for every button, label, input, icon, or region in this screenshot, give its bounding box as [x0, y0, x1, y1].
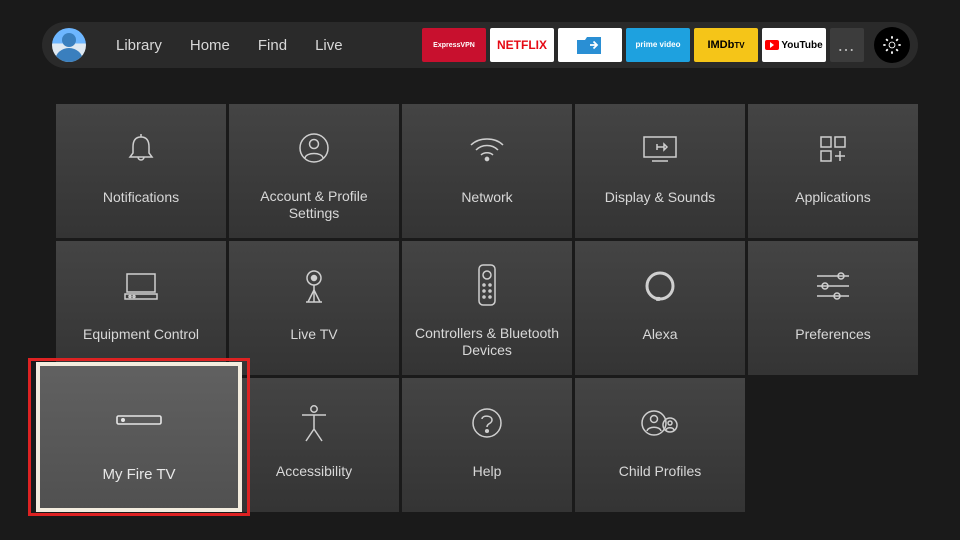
- child-profiles-icon: [638, 403, 682, 443]
- apps-icon: [813, 129, 853, 169]
- tile-controllers-label: Controllers & Bluetooth Devices: [410, 325, 564, 360]
- equipment-icon: [119, 266, 163, 306]
- tile-controllers[interactable]: Controllers & Bluetooth Devices: [402, 241, 572, 375]
- firetv-icon: [111, 408, 167, 432]
- tile-equipment[interactable]: Equipment Control: [56, 241, 226, 375]
- app-expressvpn[interactable]: ExpressVPN: [422, 28, 486, 62]
- help-icon: [467, 403, 507, 443]
- tile-livetv[interactable]: Live TV: [229, 241, 399, 375]
- tile-myfiretv-label: My Fire TV: [102, 466, 175, 483]
- app-expressvpn-label: ExpressVPN: [433, 42, 475, 49]
- app-netflix[interactable]: NETFLIX: [490, 28, 554, 62]
- account-icon: [294, 128, 334, 168]
- more-apps-button[interactable]: …: [830, 28, 864, 62]
- nav-home[interactable]: Home: [190, 37, 230, 54]
- tile-accessibility[interactable]: Accessibility: [229, 378, 399, 512]
- tile-display-label: Display & Sounds: [605, 189, 716, 221]
- ellipsis-icon: …: [837, 35, 857, 56]
- wifi-icon: [465, 129, 509, 169]
- alexa-icon: [640, 266, 680, 306]
- youtube-icon: [765, 40, 779, 50]
- tile-equipment-label: Equipment Control: [83, 326, 199, 358]
- tile-accessibility-label: Accessibility: [276, 463, 352, 495]
- tile-applications[interactable]: Applications: [748, 104, 918, 238]
- remote-icon: [473, 261, 501, 309]
- settings-button[interactable]: [874, 27, 910, 63]
- tile-childprofiles[interactable]: Child Profiles: [575, 378, 745, 512]
- tile-account[interactable]: Account & Profile Settings: [229, 104, 399, 238]
- top-nav-bar: Library Home Find Live ExpressVPN NETFLI…: [42, 22, 918, 68]
- display-icon: [638, 129, 682, 169]
- app-imdbtv-label: IMDbTV: [707, 39, 744, 51]
- tile-help-label: Help: [473, 463, 502, 495]
- app-imdbtv[interactable]: IMDbTV: [694, 28, 758, 62]
- tile-livetv-label: Live TV: [290, 326, 337, 358]
- gear-icon: [881, 34, 903, 56]
- tile-help[interactable]: Help: [402, 378, 572, 512]
- tile-account-label: Account & Profile Settings: [237, 188, 391, 223]
- tile-alexa-label: Alexa: [642, 326, 677, 358]
- app-youtube[interactable]: YouTube: [762, 28, 826, 62]
- tile-applications-label: Applications: [795, 189, 871, 221]
- tile-network-label: Network: [461, 189, 512, 221]
- nav-find[interactable]: Find: [258, 37, 287, 54]
- tile-notifications[interactable]: Notifications: [56, 104, 226, 238]
- app-primevideo[interactable]: prime video: [626, 28, 690, 62]
- app-netflix-label: NETFLIX: [497, 38, 547, 52]
- empty-cell: [748, 378, 918, 512]
- app-es[interactable]: [558, 28, 622, 62]
- tile-childprofiles-label: Child Profiles: [619, 463, 701, 495]
- app-shortcuts: ExpressVPN NETFLIX prime video IMDbTV Yo…: [422, 28, 864, 62]
- tile-network[interactable]: Network: [402, 104, 572, 238]
- nav-live[interactable]: Live: [315, 37, 343, 54]
- accessibility-icon: [294, 401, 334, 445]
- tile-display[interactable]: Display & Sounds: [575, 104, 745, 238]
- nav-library[interactable]: Library: [116, 37, 162, 54]
- profile-avatar[interactable]: [52, 28, 86, 62]
- sliders-icon: [811, 268, 855, 304]
- tile-alexa[interactable]: Alexa: [575, 241, 745, 375]
- app-primevideo-label: prime video: [636, 41, 681, 49]
- bell-icon: [121, 129, 161, 169]
- antenna-icon: [294, 264, 334, 308]
- tile-preferences[interactable]: Preferences: [748, 241, 918, 375]
- tile-notifications-label: Notifications: [103, 189, 179, 221]
- tile-preferences-label: Preferences: [795, 326, 870, 358]
- app-youtube-label: YouTube: [781, 40, 822, 51]
- nav-links: Library Home Find Live: [116, 37, 343, 54]
- folder-icon: [575, 34, 605, 56]
- tile-myfiretv[interactable]: My Fire TV: [36, 362, 242, 512]
